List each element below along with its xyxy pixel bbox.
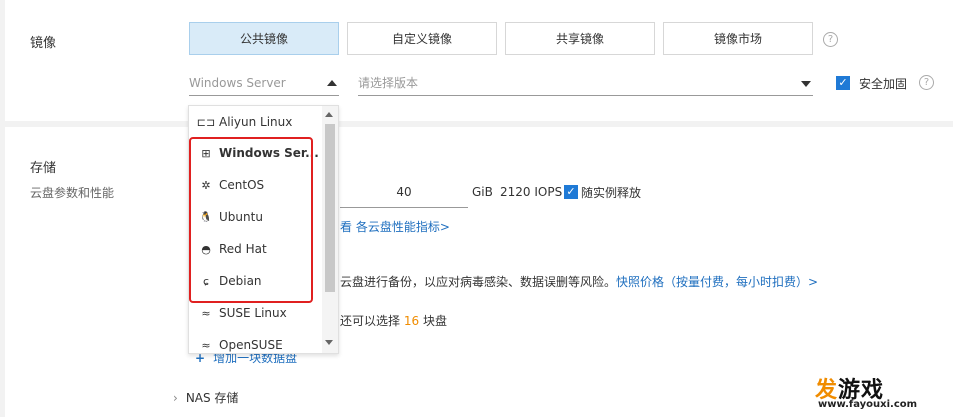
ubuntu-penguin-icon: 🐧	[199, 211, 213, 223]
dropdown-item-red-hat[interactable]: ◓ Red Hat	[189, 233, 321, 265]
disk-performance-link[interactable]: 看 各云盘性能指标>	[340, 218, 450, 235]
os-version-select[interactable]: 请选择版本	[358, 70, 813, 96]
release-with-instance-label: 随实例释放	[581, 186, 642, 200]
tab-custom-image-label: 自定义镜像	[391, 32, 452, 46]
scroll-up-icon[interactable]	[325, 112, 333, 117]
dropdown-item-aliyun-linux[interactable]: ⊏⊐ Aliyun Linux	[189, 106, 321, 138]
help-icon[interactable]: ?	[823, 32, 838, 47]
security-hardening-checkbox[interactable]: ✓	[836, 76, 850, 90]
security-help-icon[interactable]: ?	[919, 75, 934, 90]
storage-section-label: 存储	[30, 161, 57, 176]
remaining-disks-count: 16	[403, 314, 420, 328]
suse-icon: ≈	[201, 306, 211, 320]
dropdown-item-centos[interactable]: ✲ CentOS	[189, 169, 321, 201]
scrollbar-thumb[interactable]	[325, 124, 335, 292]
release-with-instance-checkbox[interactable]: ✓	[564, 185, 578, 199]
tab-public-image-label: 公共镜像	[239, 32, 288, 46]
security-hardening-label: 安全加固	[859, 77, 908, 91]
nas-storage-toggle[interactable]: › NAS 存储	[173, 389, 238, 406]
snapshot-description: 云盘进行备份，以应对病毒感染、数据误删等风险。快照价格（按量付费，每小时扣费）>	[340, 273, 818, 290]
tab-image-market-label: 镜像市场	[713, 32, 762, 46]
dropdown-item-windows-server[interactable]: ⊞ Windows Ser...	[189, 137, 321, 169]
disk-size-unit: GiB	[472, 185, 493, 199]
image-panel	[5, 0, 953, 121]
nas-storage-label: NAS 存储	[185, 391, 239, 405]
opensuse-icon: ≈	[201, 338, 211, 352]
centos-icon: ✲	[201, 178, 211, 192]
disk-size-input[interactable]: 40	[340, 178, 468, 208]
redhat-icon: ◓	[201, 242, 211, 256]
chevron-right-icon: ›	[173, 391, 178, 405]
disk-iops: 2120 IOPS	[500, 185, 563, 199]
windows-icon: ⊞	[201, 146, 211, 160]
os-version-select-placeholder: 请选择版本	[358, 76, 419, 90]
tab-image-market[interactable]: 镜像市场	[663, 22, 813, 55]
image-section-label: 镜像	[30, 36, 57, 51]
chevron-down-icon	[801, 81, 811, 87]
tab-shared-image-label: 共享镜像	[555, 32, 604, 46]
dropdown-item-ubuntu[interactable]: 🐧 Ubuntu	[189, 201, 321, 233]
dropdown-item-suse-linux[interactable]: ≈ SUSE Linux	[189, 297, 321, 329]
scroll-down-icon[interactable]	[325, 340, 333, 345]
storage-panel	[5, 127, 953, 417]
remaining-disks-text: 还可以选择 16 块盘	[340, 314, 447, 328]
dropdown-item-debian[interactable]: ɕ Debian	[189, 265, 321, 297]
aliyun-icon: ⊏⊐	[196, 115, 216, 129]
tab-shared-image[interactable]: 共享镜像	[505, 22, 655, 55]
watermark-url: www.fayouxi.com	[818, 399, 918, 410]
os-type-select[interactable]: Windows Server	[189, 70, 339, 96]
tab-public-image[interactable]: 公共镜像	[189, 22, 339, 55]
os-type-dropdown: ⊏⊐ Aliyun Linux ⊞ Windows Ser... ✲ CentO…	[188, 105, 339, 354]
debian-icon: ɕ	[202, 274, 210, 288]
snapshot-price-link[interactable]: 快照价格（按量付费，每小时扣费）>	[616, 275, 818, 289]
storage-section-sublabel: 云盘参数和性能	[30, 186, 115, 200]
os-type-select-value: Windows Server	[189, 76, 286, 90]
snapshot-text: 云盘进行备份，以应对病毒感染、数据误删等风险。	[340, 275, 617, 289]
chevron-up-icon	[327, 80, 337, 86]
dropdown-scrollbar[interactable]	[322, 106, 338, 353]
dropdown-item-opensuse[interactable]: ≈ OpenSUSE	[189, 329, 321, 353]
tab-custom-image[interactable]: 自定义镜像	[347, 22, 497, 55]
